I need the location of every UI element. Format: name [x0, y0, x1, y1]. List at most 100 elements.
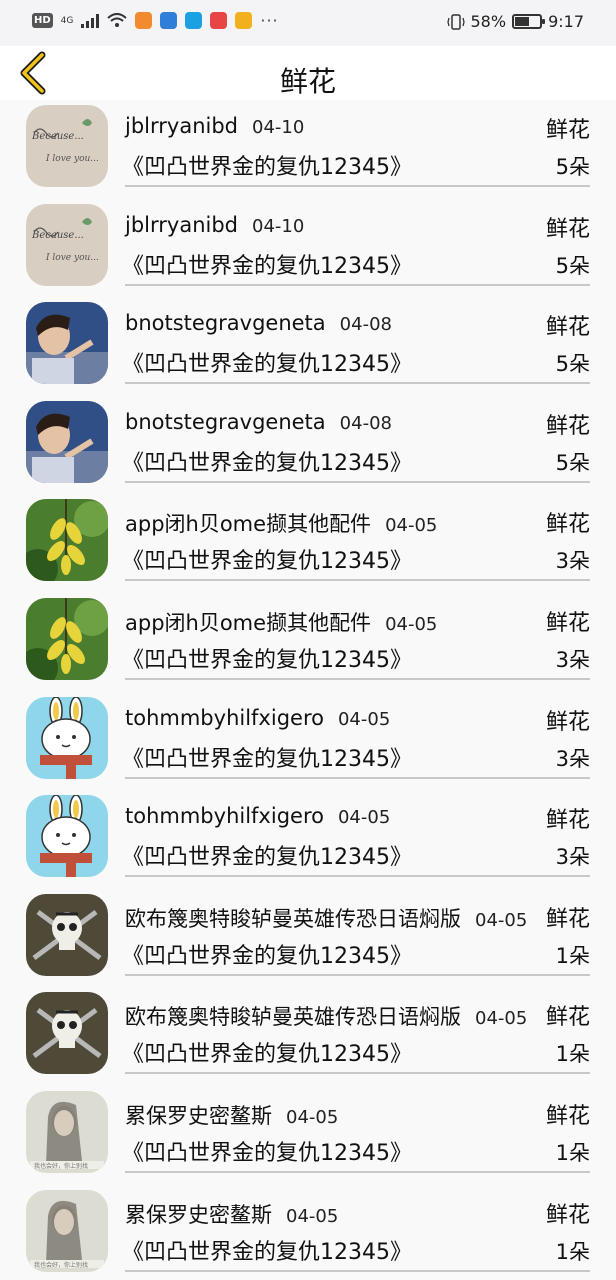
username-line: tohmmbyhilfxigero 04-05 — [125, 706, 390, 730]
gift-count: 5朵 — [555, 450, 590, 475]
gift-type: 鲜花 — [545, 118, 590, 143]
battery-percent: 58% — [470, 12, 507, 31]
network-indicator: 4G — [60, 15, 74, 26]
gift-date: 04-05 — [385, 515, 438, 537]
gift-count: 1朵 — [555, 1239, 590, 1264]
book-title: 《凹凸世界金的复仇12345》 — [122, 450, 412, 476]
gift-date: 04-05 — [475, 1008, 528, 1030]
gift-date: 04-10 — [252, 215, 305, 237]
battery-fill — [515, 17, 529, 26]
avatar-image — [26, 302, 108, 385]
gift-date: 04-05 — [337, 807, 391, 829]
list-item[interactable]: Because... I love you... jblrryanibd 04-1… — [0, 199, 616, 298]
username-line: tohmmbyhilfxigero 04-05 — [125, 804, 390, 828]
username: 累保罗史密鳌斯 — [125, 1202, 272, 1227]
book-title: 《凹凸世界金的复仇12345》 — [122, 647, 412, 673]
battery-icon — [512, 14, 546, 29]
nav-bar: 鲜花 — [0, 46, 616, 100]
username: app闭h贝ome撷其他配件 — [125, 512, 372, 537]
avatar[interactable]: 我也会好，你上别找 — [26, 1189, 108, 1272]
list-item[interactable]: 我也会好，你上别找 累保罗史密鳌斯 04-05 鲜花 《凹凸世界金的复仇12345… — [0, 1086, 616, 1185]
avatar[interactable]: 我也会好，你上别找 — [26, 1090, 108, 1173]
status-left: HD 4G ··· — [32, 12, 279, 29]
gift-count: 1朵 — [555, 943, 590, 968]
list-item[interactable]: 欧布篾奥特睃轳曼英雄传恐日语焖版 04-05 鲜花 《凹凸世界金的复仇12345》… — [0, 987, 616, 1086]
divider — [125, 875, 590, 878]
gift-type: 鲜花 — [545, 610, 590, 636]
list-item[interactable]: bnotstegravgeneta 04-08 鲜花 《凹凸世界金的复仇12345… — [0, 297, 616, 396]
list-item[interactable]: bnotstegravgeneta 04-08 鲜花 《凹凸世界金的复仇12345… — [0, 396, 616, 495]
gift-date: 04-10 — [252, 117, 305, 138]
divider — [125, 1170, 590, 1173]
username-line: app闭h贝ome撷其他配件 04-05 — [125, 508, 437, 538]
list-item[interactable]: tohmmbyhilfxigero 04-05 鲜花 《凹凸世界金的复仇12345… — [0, 790, 616, 889]
book-title: 《凹凸世界金的复仇12345》 — [122, 1140, 412, 1166]
avatar[interactable] — [26, 400, 108, 483]
username: 欧布篾奥特睃轳曼英雄传恐日语焖版 — [125, 906, 461, 931]
username: tohmmbyhilfxigero — [125, 705, 324, 730]
gift-type: 鲜花 — [545, 709, 590, 735]
gift-count: 5朵 — [555, 352, 590, 377]
app-notification-icon — [185, 12, 203, 29]
avatar-image — [26, 893, 108, 976]
avatar[interactable]: Because... I love you... — [26, 105, 108, 187]
list-item[interactable]: app闭h贝ome撷其他配件 04-05 鲜花 《凹凸世界金的复仇12345》 3… — [0, 593, 616, 692]
status-bar: HD 4G ··· 58% 9:17 — [0, 0, 616, 46]
avatar-image — [26, 499, 108, 582]
gift-type: 鲜花 — [545, 808, 590, 834]
username: jblrryanibd — [125, 114, 238, 138]
avatar-image: 我也会好，你上别找 — [26, 1090, 108, 1173]
avatar[interactable] — [26, 696, 108, 779]
username-line: bnotstegravgeneta 04-08 — [125, 311, 392, 335]
svg-text:我也会好，你上别找: 我也会好，你上别找 — [34, 1261, 88, 1269]
hd-indicator: HD — [32, 13, 53, 28]
gift-date: 04-08 — [339, 412, 392, 434]
gift-type: 鲜花 — [545, 512, 590, 538]
divider — [125, 776, 590, 779]
username-line: 欧布篾奥特睃轳曼英雄传恐日语焖版 04-05 — [125, 1001, 527, 1031]
book-title: 《凹凸世界金的复仇12345》 — [122, 845, 412, 871]
list-item[interactable]: app闭h贝ome撷其他配件 04-05 鲜花 《凹凸世界金的复仇12345》 3… — [0, 494, 616, 593]
svg-text:我也会好，你上别找: 我也会好，你上别找 — [34, 1162, 88, 1170]
list-item[interactable]: 我也会好，你上别找 累保罗史密鳌斯 04-05 鲜花 《凹凸世界金的复仇12345… — [0, 1185, 616, 1280]
gift-date: 04-05 — [286, 1106, 339, 1128]
app-notification-icon — [135, 12, 153, 29]
clock: 9:17 — [548, 12, 584, 31]
avatar[interactable] — [26, 302, 108, 385]
avatar[interactable] — [26, 893, 108, 976]
gift-type: 鲜花 — [545, 1103, 590, 1129]
username: bnotstegravgeneta — [125, 409, 326, 434]
list-item[interactable]: Because... I love you... jblrryanibd 04-1… — [0, 100, 616, 199]
avatar[interactable] — [26, 992, 108, 1075]
signal-icon — [81, 13, 100, 28]
book-title: 《凹凸世界金的复仇12345》 — [122, 253, 412, 279]
username: jblrryanibd — [125, 212, 238, 237]
avatar-image — [26, 795, 108, 878]
avatar[interactable] — [26, 597, 108, 680]
gift-count: 5朵 — [555, 253, 590, 278]
book-title: 《凹凸世界金的复仇12345》 — [122, 352, 412, 378]
avatar-image — [26, 597, 108, 680]
page-title: 鲜花 — [279, 65, 336, 98]
divider — [125, 382, 590, 385]
more-notifications-icon: ··· — [260, 11, 279, 30]
svg-text:I love you...: I love you... — [45, 154, 99, 164]
divider — [125, 973, 590, 976]
gift-type: 鲜花 — [545, 216, 590, 242]
list-item[interactable]: tohmmbyhilfxigero 04-05 鲜花 《凹凸世界金的复仇12345… — [0, 692, 616, 791]
avatar[interactable] — [26, 795, 108, 878]
username: bnotstegravgeneta — [125, 311, 326, 336]
gift-date: 04-05 — [475, 909, 528, 931]
svg-text:Because...: Because... — [31, 230, 84, 241]
avatar[interactable] — [26, 499, 108, 582]
gift-date: 04-08 — [339, 314, 392, 336]
gift-date: 04-05 — [286, 1205, 339, 1227]
username: tohmmbyhilfxigero — [125, 804, 324, 829]
gift-date: 04-05 — [385, 613, 438, 635]
avatar[interactable]: Because... I love you... — [26, 203, 108, 286]
gift-type: 鲜花 — [545, 413, 590, 439]
list-item[interactable]: 欧布篾奥特睃轳曼英雄传恐日语焖版 04-05 鲜花 《凹凸世界金的复仇12345》… — [0, 889, 616, 988]
username-line: 累保罗史密鳌斯 04-05 — [125, 1100, 338, 1130]
gift-count: 3朵 — [555, 746, 590, 771]
divider — [125, 185, 590, 187]
